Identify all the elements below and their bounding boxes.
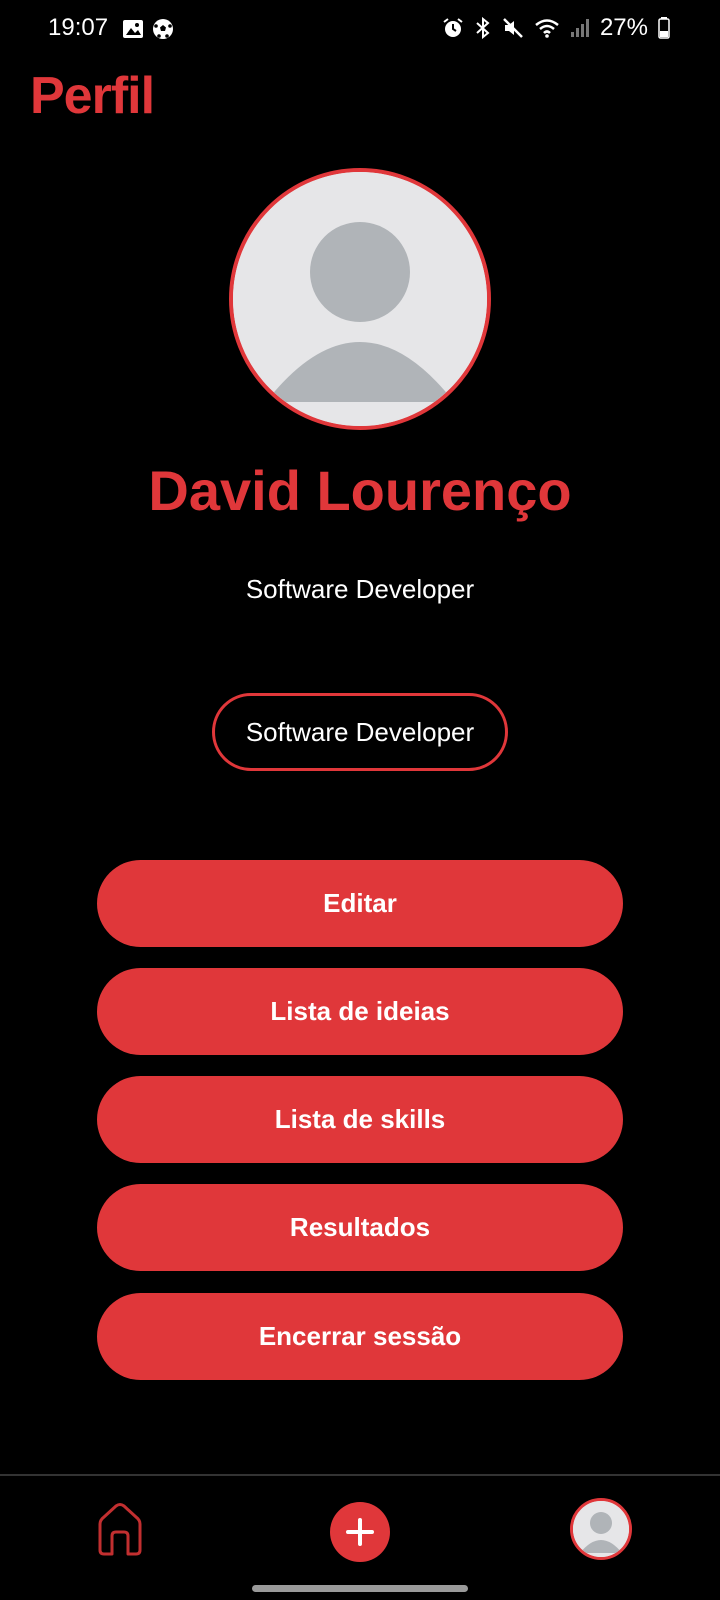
battery-percent: 27% <box>599 14 648 41</box>
bottom-nav <box>0 1474 720 1600</box>
status-right: 27% <box>442 14 670 42</box>
skills-list-button[interactable]: Lista de skills <box>97 1076 623 1163</box>
soccer-ball-icon <box>153 19 173 39</box>
results-button[interactable]: Resultados <box>97 1184 623 1271</box>
role-chip-label: Software Developer <box>245 716 475 747</box>
status-time: 19:07 <box>48 14 109 41</box>
battery-icon <box>658 17 670 39</box>
home-icon <box>98 1503 142 1556</box>
nav-home-button[interactable] <box>92 1500 148 1560</box>
profile-avatar[interactable] <box>229 168 491 430</box>
profile-avatar-icon <box>573 1501 629 1557</box>
bluetooth-icon <box>476 17 490 39</box>
user-placeholder-icon <box>233 172 487 426</box>
gesture-bar[interactable] <box>252 1585 468 1592</box>
mute-icon <box>503 18 523 38</box>
nav-profile-button[interactable] <box>570 1498 632 1560</box>
image-icon <box>123 20 143 38</box>
alarm-icon <box>443 18 463 37</box>
profile-role: Software Developer <box>245 574 475 604</box>
page-title: Perfil <box>30 67 155 125</box>
ideas-list-button[interactable]: Lista de ideias <box>97 968 623 1055</box>
logout-button[interactable]: Encerrar sessão <box>97 1293 623 1380</box>
status-bar: 19:07 27% <box>0 0 720 60</box>
wifi-icon <box>535 19 559 38</box>
nav-add-button[interactable] <box>330 1502 390 1562</box>
edit-button[interactable]: Editar <box>97 860 623 947</box>
profile-name: David Lourenço <box>148 459 572 522</box>
add-icon <box>346 1518 374 1546</box>
profile-screen: 19:07 27% Perfil David Lourenço Software… <box>0 0 720 1600</box>
status-left-icons <box>122 18 174 40</box>
signal-icon <box>570 19 589 37</box>
role-chip[interactable]: Software Developer <box>212 693 508 771</box>
